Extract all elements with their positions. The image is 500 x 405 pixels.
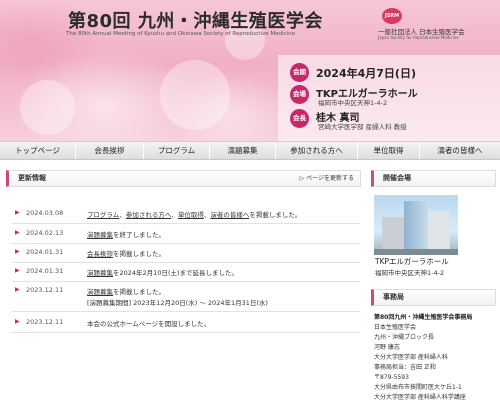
president-affiliation: 宮崎大学医学部 産婦人科 教授 — [318, 123, 407, 131]
header-banner: 第80回 九州・沖縄生殖医学会 The 80th Annual Meeting … — [0, 0, 500, 141]
news-link[interactable]: 演題募集 — [87, 269, 113, 277]
nav-item-participants[interactable]: 参加される方へ — [276, 142, 358, 159]
office-line: 河野 康志 — [374, 344, 400, 351]
street-shape — [374, 249, 458, 255]
news-text-segment: を掲載しました。 — [113, 250, 165, 258]
nav-item-credits[interactable]: 単位取得 — [358, 142, 420, 159]
news-date: 2023.12.11 — [26, 318, 64, 326]
bullet-arrow-icon: ▶ — [15, 229, 20, 236]
news-heading: 更新情報 ▷ ページを更新する — [6, 170, 361, 187]
news-text: 会長挨拶を掲載しました。 — [87, 248, 165, 258]
date-badge: 会期 — [290, 63, 309, 82]
news-divider — [12, 332, 360, 333]
office-heading: 事務局 — [371, 289, 496, 306]
office-line: 第80回九州・沖縄生殖医学会事務局 — [374, 314, 473, 321]
news-text: 本会の公式ホームページを開設しました。 — [87, 318, 210, 328]
venue-badge: 会場 — [290, 85, 309, 104]
news-divider — [12, 243, 360, 244]
page-title: 第80回 九州・沖縄生殖医学会 — [68, 11, 323, 32]
bokeh-decoration — [160, 60, 230, 130]
president-badge: 会長 — [290, 109, 309, 128]
news-link[interactable]: 単位取得 — [178, 211, 204, 219]
news-date: 2023.12.11 — [26, 286, 64, 294]
bullet-arrow-icon: ▶ — [15, 248, 20, 255]
news-text-segment: を終了しました。 — [113, 231, 165, 239]
society-logo[interactable]: JSRM 一般社団法人 日本生殖医学会 Japan Society for Re… — [378, 8, 468, 44]
date-value: 2024年4月7日(日) — [316, 67, 416, 80]
news-text-segment: を掲載しました。 — [113, 288, 165, 296]
news-text-segment: を2024年2月10日(土)まで延長しました。 — [113, 269, 239, 277]
news-text: プログラム、参加される方へ、単位取得、演者の皆様へを掲載しました。 — [87, 209, 301, 219]
venue-address: 福岡市中央区天神1-4-2 — [318, 99, 388, 107]
news-text: 演題募集を終了しました。 — [87, 229, 165, 239]
nav-item-top[interactable]: トップページ — [0, 142, 76, 159]
news-link[interactable]: 演題募集 — [87, 288, 113, 296]
news-text: 演題募集を2024年2月10日(土)まで延長しました。 — [87, 267, 238, 277]
news-divider — [12, 311, 360, 312]
news-text: 演題募集を掲載しました。 — [87, 286, 165, 296]
news-date: 2024.01.31 — [26, 267, 64, 275]
nav-item-abstracts[interactable]: 演題募集 — [210, 142, 276, 159]
jsrm-logo-icon: JSRM — [382, 8, 402, 24]
news-date: 2024.03.08 — [26, 209, 64, 217]
news-subtext: [演題募集期間] 2023年12月20日(水) ～ 2024年1月31日(水) — [87, 299, 268, 307]
venue-name: TKPエルガーラホール — [375, 257, 449, 266]
news-link[interactable]: 参加される方へ — [126, 211, 172, 219]
news-text-segment: 本会の公式ホームページを開設しました。 — [87, 320, 211, 328]
venue-building-image — [374, 195, 458, 255]
news-divider — [12, 262, 360, 263]
office-line: 九州・沖縄ブロック長 — [374, 334, 435, 341]
global-nav: トップページ 会長挨拶 プログラム 演題募集 参加される方へ 単位取得 演者の皆… — [0, 141, 500, 160]
nav-item-greeting[interactable]: 会長挨拶 — [76, 142, 144, 159]
office-line: 大分大学医学部 産科婦人科学講座 — [374, 394, 466, 401]
news-link[interactable]: 演者の皆様へ — [210, 211, 249, 219]
news-link[interactable]: 会長挨拶 — [87, 250, 113, 258]
page-subtitle: The 80th Annual Meeting of Kyushu and Ok… — [66, 31, 295, 37]
nav-item-program[interactable]: プログラム — [144, 142, 210, 159]
refresh-page-link[interactable]: ▷ ページを更新する — [300, 171, 354, 186]
venue-address-side: 福岡市中央区天神1-4-2 — [375, 269, 445, 277]
news-divider — [12, 223, 360, 224]
bokeh-decoration — [20, 80, 75, 135]
news-divider — [12, 281, 360, 282]
news-heading-label: 更新情報 — [18, 174, 46, 182]
news-text-segment: を掲載しました。 — [249, 211, 302, 219]
news-link[interactable]: 演題募集 — [87, 231, 113, 239]
news-date: 2024.02.13 — [26, 229, 64, 237]
nav-item-speakers[interactable]: 演者の皆様へ — [420, 142, 500, 159]
bullet-arrow-icon: ▶ — [15, 286, 20, 293]
office-line: 大分県由布市挾間町医大ケ丘1-1 — [374, 384, 462, 391]
news-date: 2024.01.31 — [26, 248, 64, 256]
logo-name-en: Japan Society for Reproductive Medicine — [378, 35, 459, 40]
bullet-arrow-icon: ▶ — [15, 209, 20, 216]
office-line: 大分大学医学部 産科婦人科 — [374, 354, 448, 361]
bullet-arrow-icon: ▶ — [15, 318, 20, 325]
bullet-arrow-icon: ▶ — [15, 267, 20, 274]
building-shape — [404, 201, 428, 255]
office-info: 第80回九州・沖縄生殖医学会事務局 日本生殖医学会 九州・沖縄ブロック長 河野 … — [374, 313, 498, 403]
news-link[interactable]: プログラム — [87, 211, 119, 219]
office-line: 〒879-5593 — [374, 374, 409, 381]
venue-heading: 開催会場 — [371, 170, 496, 187]
office-line: 事務局担当：吉田 正和 — [374, 364, 436, 371]
office-line: 日本生殖医学会 — [374, 324, 417, 331]
